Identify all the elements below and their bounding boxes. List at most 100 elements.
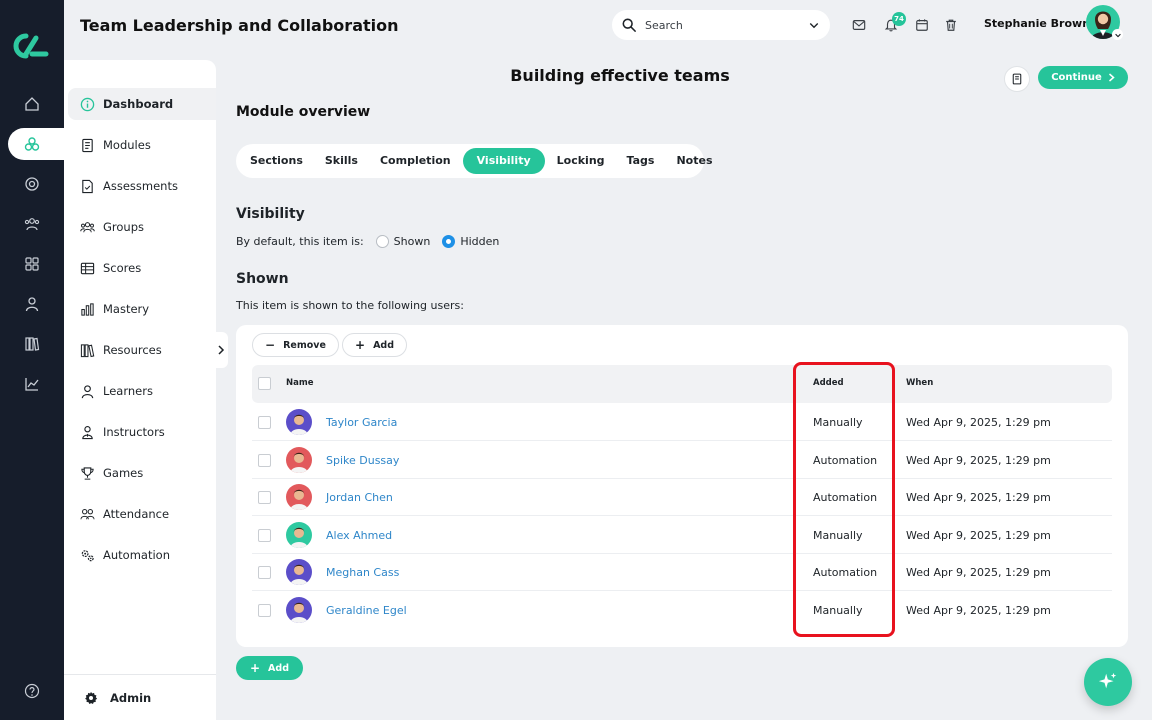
sidebar-item-instructors[interactable]: Instructors: [68, 416, 216, 448]
search-icon: [622, 18, 636, 32]
sidebar-item-modules[interactable]: Modules: [68, 129, 216, 161]
row-checkbox[interactable]: [258, 491, 271, 505]
sidebar-item-scores[interactable]: Scores: [68, 252, 216, 284]
brand-logo[interactable]: [12, 32, 52, 60]
trash-icon[interactable]: [944, 18, 958, 32]
apps-grid-icon[interactable]: [22, 254, 42, 274]
sidebar-item-attendance[interactable]: Attendance: [68, 498, 216, 530]
avatar: [286, 597, 312, 623]
user-name[interactable]: Stephanie Brown: [984, 17, 1090, 30]
radio-shown-label[interactable]: Shown: [394, 235, 431, 248]
calendar-icon[interactable]: [915, 18, 929, 32]
notes-button[interactable]: [1004, 66, 1030, 92]
added-when: Wed Apr 9, 2025, 1:29 pm: [906, 491, 1051, 505]
sidebar-item-label: Groups: [103, 220, 145, 234]
row-checkbox[interactable]: [258, 416, 271, 429]
chevron-down-icon[interactable]: [808, 19, 820, 31]
select-all-checkbox[interactable]: [258, 377, 271, 390]
column-header-when[interactable]: When: [906, 378, 933, 388]
user-name-link[interactable]: Spike Dussay: [326, 454, 399, 467]
mail-icon[interactable]: [852, 18, 866, 32]
plus-icon: +: [355, 338, 366, 352]
column-header-name[interactable]: Name: [286, 378, 313, 388]
home-icon[interactable]: [22, 94, 42, 114]
target-icon[interactable]: [22, 174, 42, 194]
user-name-link[interactable]: Geraldine Egel: [326, 604, 407, 617]
radio-shown[interactable]: [375, 235, 389, 248]
help-icon[interactable]: [22, 681, 42, 701]
bar-chart-icon: [81, 302, 94, 316]
row-checkbox[interactable]: [258, 528, 271, 542]
search-bar[interactable]: Search: [612, 10, 830, 40]
visibility-heading: Visibility: [236, 206, 305, 222]
group-icon: [80, 221, 95, 232]
sidebar-item-label: Mastery: [103, 302, 150, 316]
add-button[interactable]: + Add: [342, 333, 408, 357]
tab-notes[interactable]: Notes: [666, 148, 722, 174]
tab-locking[interactable]: Locking: [547, 148, 615, 174]
tab-sections[interactable]: Sections: [240, 148, 313, 174]
user-name-link[interactable]: Taylor Garcia: [326, 416, 397, 429]
avatar: [286, 559, 312, 586]
added-when: Wed Apr 9, 2025, 1:29 pm: [906, 416, 1051, 429]
sidebar-item-assessments[interactable]: Assessments: [68, 170, 216, 202]
table-row[interactable]: Spike Dussay Automation Wed Apr 9, 2025, 1…: [252, 442, 1112, 479]
trophy-icon: [81, 466, 94, 480]
sidebar-item-groups[interactable]: Groups: [68, 211, 216, 243]
remove-button[interactable]: − Remove: [252, 333, 339, 357]
chart-icon[interactable]: [22, 374, 42, 394]
radio-hidden-label[interactable]: Hidden: [460, 235, 499, 248]
modules-cluster-icon[interactable]: [8, 128, 70, 160]
added-when: Wed Apr 9, 2025, 1:29 pm: [906, 604, 1051, 617]
library-icon[interactable]: [22, 334, 42, 354]
left-rail: [0, 0, 70, 720]
people-icon[interactable]: [22, 214, 42, 234]
row-checkbox[interactable]: [258, 566, 271, 580]
sidebar-item-resources[interactable]: Resources: [68, 334, 216, 366]
ai-assistant-button[interactable]: [1084, 658, 1132, 706]
user-menu-chevron-icon[interactable]: [1112, 29, 1123, 40]
remove-label: Remove: [283, 339, 326, 351]
table-row[interactable]: Geraldine Egel Manually Wed Apr 9, 2025, 1…: [252, 592, 1112, 629]
sidebar-item-label: Dashboard: [103, 97, 174, 111]
user-name-link[interactable]: Jordan Chen: [326, 491, 393, 504]
shown-users-card: − Remove + Add Name Added When Taylor Ga…: [236, 325, 1128, 647]
gears-icon: [81, 549, 94, 561]
document-icon: [82, 179, 93, 193]
sidebar-item-label: Games: [103, 466, 144, 480]
avatar: [286, 484, 312, 511]
continue-button[interactable]: Continue: [1038, 66, 1128, 89]
table-row[interactable]: Alex Ahmed Manually Wed Apr 9, 2025, 1:29 …: [252, 517, 1112, 554]
gear-icon: [85, 691, 98, 704]
row-checkbox[interactable]: [258, 604, 271, 617]
table-row[interactable]: Jordan Chen Automation Wed Apr 9, 2025, 1:…: [252, 479, 1112, 517]
sidebar-collapse-toggle[interactable]: [214, 332, 228, 368]
module-overview-heading: Module overview: [236, 104, 371, 120]
book-icon: [82, 138, 93, 152]
sidebar-item-games[interactable]: Games: [68, 457, 216, 489]
page-title: Building effective teams: [510, 66, 730, 85]
sidebar-item-automation[interactable]: Automation: [68, 539, 216, 571]
sidebar-item-mastery[interactable]: Mastery: [68, 293, 216, 325]
row-checkbox[interactable]: [258, 453, 271, 467]
add-bottom-button[interactable]: + Add: [236, 656, 303, 680]
sidebar-item-dashboard[interactable]: Dashboard: [68, 88, 216, 120]
tab-skills[interactable]: Skills: [315, 148, 368, 174]
tab-visibility[interactable]: Visibility: [462, 148, 545, 174]
user-icon[interactable]: [22, 294, 42, 314]
tab-completion[interactable]: Completion: [370, 148, 461, 174]
admin-link[interactable]: Admin: [64, 674, 216, 720]
radio-hidden[interactable]: [442, 235, 456, 248]
tab-tags[interactable]: Tags: [617, 148, 665, 174]
shown-heading: Shown: [236, 271, 289, 287]
table-row[interactable]: Taylor Garcia Manually Wed Apr 9, 2025, 1:…: [252, 404, 1112, 441]
table-row[interactable]: Meghan Cass Automation Wed Apr 9, 2025, 1:…: [252, 554, 1112, 592]
user-name-link[interactable]: Alex Ahmed: [326, 529, 392, 542]
sidebar-item-learners[interactable]: Learners: [68, 375, 216, 407]
user-name-link[interactable]: Meghan Cass: [326, 566, 399, 579]
sidebar-item-label: Resources: [103, 343, 162, 357]
chevron-right-icon: [218, 345, 225, 355]
avatar: [286, 521, 312, 548]
sidebar-item-label: Assessments: [103, 179, 178, 193]
search-input[interactable]: Search: [645, 19, 808, 32]
